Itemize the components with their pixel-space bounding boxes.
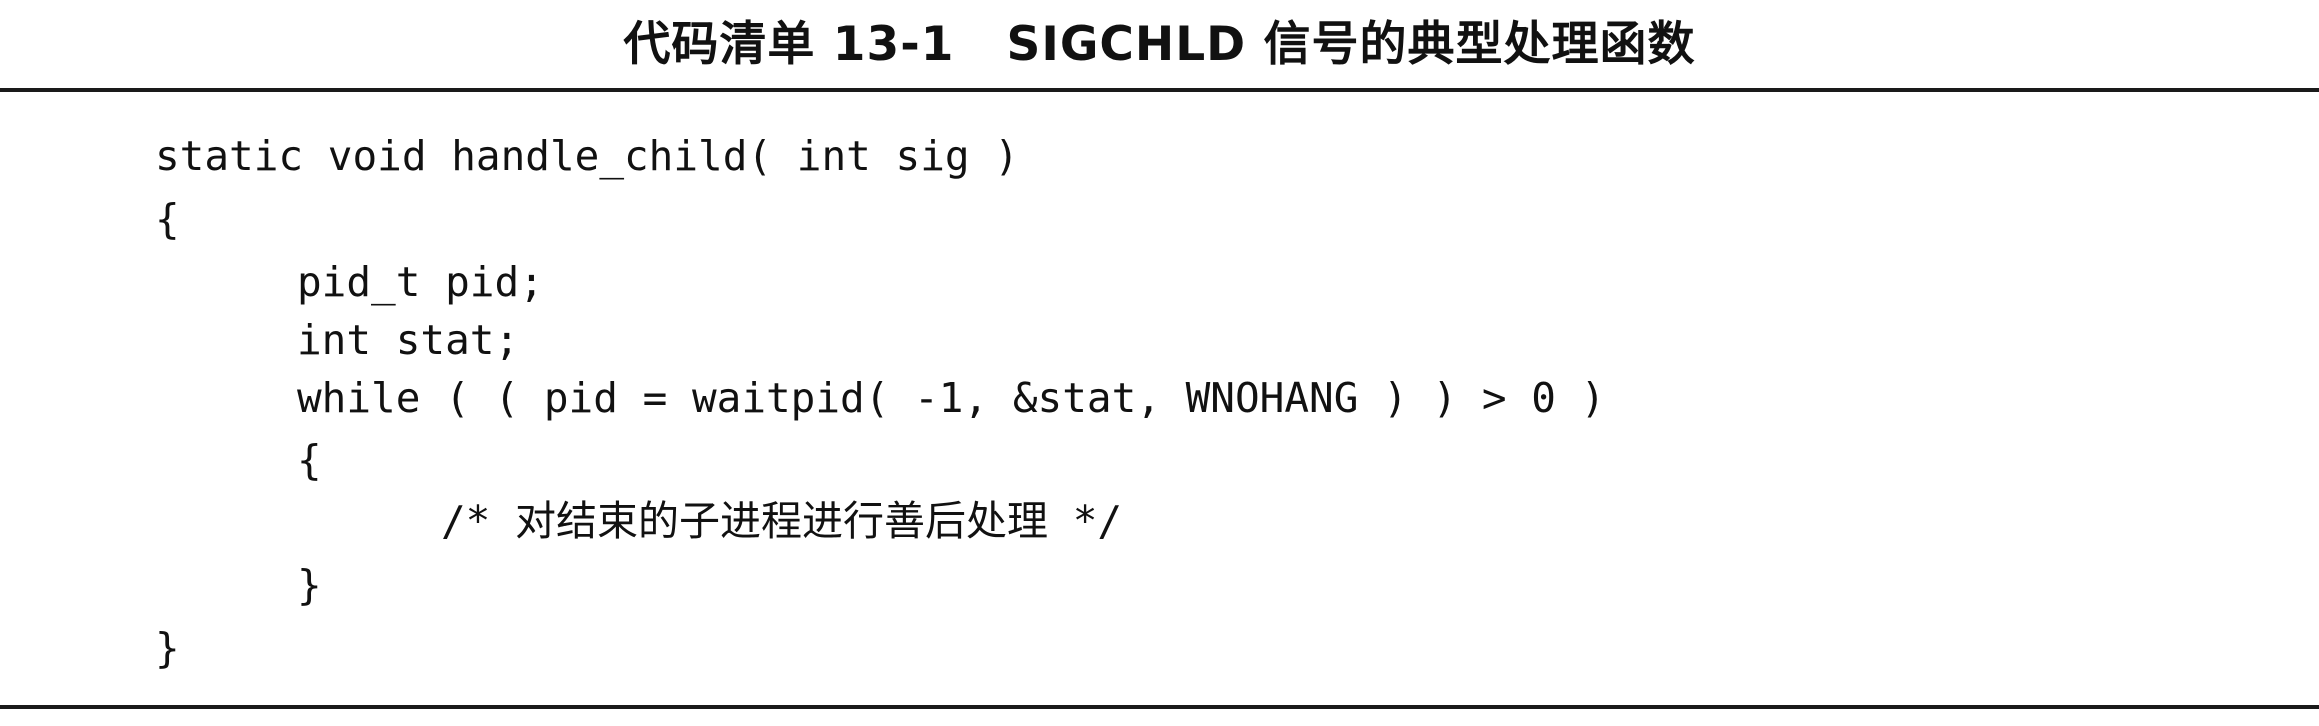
code-line-loop-open-brace: {: [297, 436, 322, 484]
code-line-loop-close-brace: }: [297, 561, 322, 609]
code-line-close-brace: }: [155, 624, 180, 672]
code-line-comment: /* 对结束的子进程进行善后处理 */: [441, 497, 1123, 545]
code-line-function-signature: static void handle_child( int sig ): [155, 132, 1019, 180]
code-line-pid-decl: pid_t pid;: [297, 258, 544, 306]
bottom-rule: [0, 705, 2319, 709]
code-block: static void handle_child( int sig ) { pi…: [0, 92, 2319, 705]
code-line-stat-decl: int stat;: [297, 316, 520, 364]
code-line-while-loop: while ( ( pid = waitpid( -1, &stat, WNOH…: [297, 374, 1606, 422]
listing-caption: 代码清单 13-1 SIGCHLD 信号的典型处理函数: [623, 17, 1696, 72]
code-line-open-brace: {: [155, 195, 180, 243]
